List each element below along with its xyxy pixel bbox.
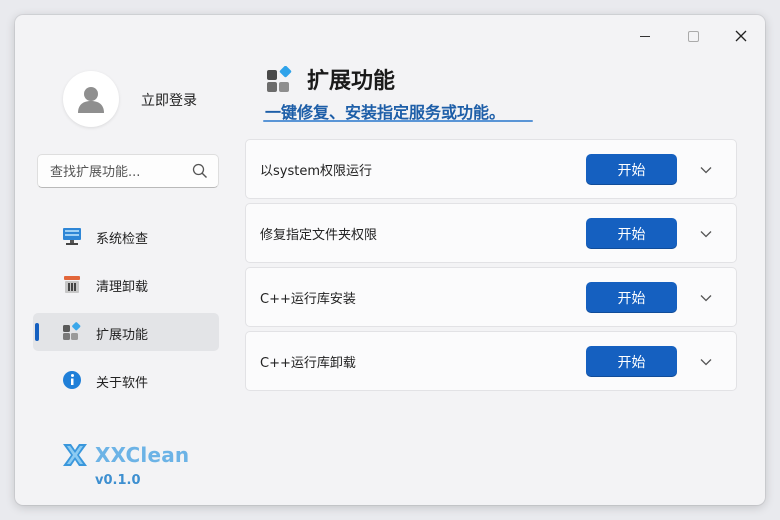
start-button[interactable]: 开始 [586,154,677,185]
search-box[interactable] [37,154,219,188]
trash-icon [64,276,80,293]
chevron-down-icon[interactable] [698,162,714,178]
info-icon [63,371,81,389]
monitor-icon [63,228,81,245]
avatar[interactable] [63,71,119,127]
close-button[interactable] [721,21,761,51]
start-button[interactable]: 开始 [586,218,677,249]
row-label: 修复指定文件夹权限 [260,228,378,243]
row-label: 以system权限运行 [260,164,372,179]
brand-logo: XXClean [61,443,189,467]
list-item-cpp-runtime-install[interactable]: C++运行库安装 开始 [245,267,737,327]
extension-icon [63,322,81,340]
chevron-down-icon[interactable] [698,290,714,306]
x-logo-icon [63,444,87,466]
sidebar-item-clean-uninstall[interactable]: 清理卸载 [33,265,219,303]
sidebar-item-label: 清理卸载 [96,280,149,295]
maximize-icon [687,30,699,42]
sidebar-item-label: 扩展功能 [96,328,149,343]
extension-icon [267,66,292,92]
start-button[interactable]: 开始 [586,346,677,377]
sidebar-item-about[interactable]: 关于软件 [33,361,219,399]
chevron-down-icon[interactable] [698,226,714,242]
user-icon [78,87,104,113]
chevron-down-icon[interactable] [698,354,714,370]
subtitle-underline [263,120,533,122]
list-item-system-run[interactable]: 以system权限运行 开始 [245,139,737,199]
active-indicator [35,323,39,341]
version-label: v0.1.0 [95,473,141,488]
maximize-button[interactable] [673,21,713,51]
minimize-button[interactable] [625,21,665,51]
page-title: 扩展功能 [307,69,396,94]
list-item-fix-folder-permission[interactable]: 修复指定文件夹权限 开始 [245,203,737,263]
app-window: 立即登录 系统检查 清理卸载 [15,15,765,505]
sidebar-item-system-check[interactable]: 系统检查 [33,217,219,255]
search-input[interactable] [50,162,190,182]
row-label: C++运行库卸载 [260,356,356,371]
close-icon [735,30,747,42]
sidebar-item-label: 关于软件 [96,376,149,391]
brand-name: XXClean [95,443,190,467]
start-button[interactable]: 开始 [586,282,677,313]
search-icon[interactable] [192,163,208,179]
sidebar-item-label: 系统检查 [96,232,149,247]
login-link[interactable]: 立即登录 [141,90,197,110]
sidebar-item-extensions[interactable]: 扩展功能 [33,313,219,351]
row-label: C++运行库安装 [260,292,356,307]
list-item-cpp-runtime-uninstall[interactable]: C++运行库卸载 开始 [245,331,737,391]
minimize-icon [640,35,650,37]
